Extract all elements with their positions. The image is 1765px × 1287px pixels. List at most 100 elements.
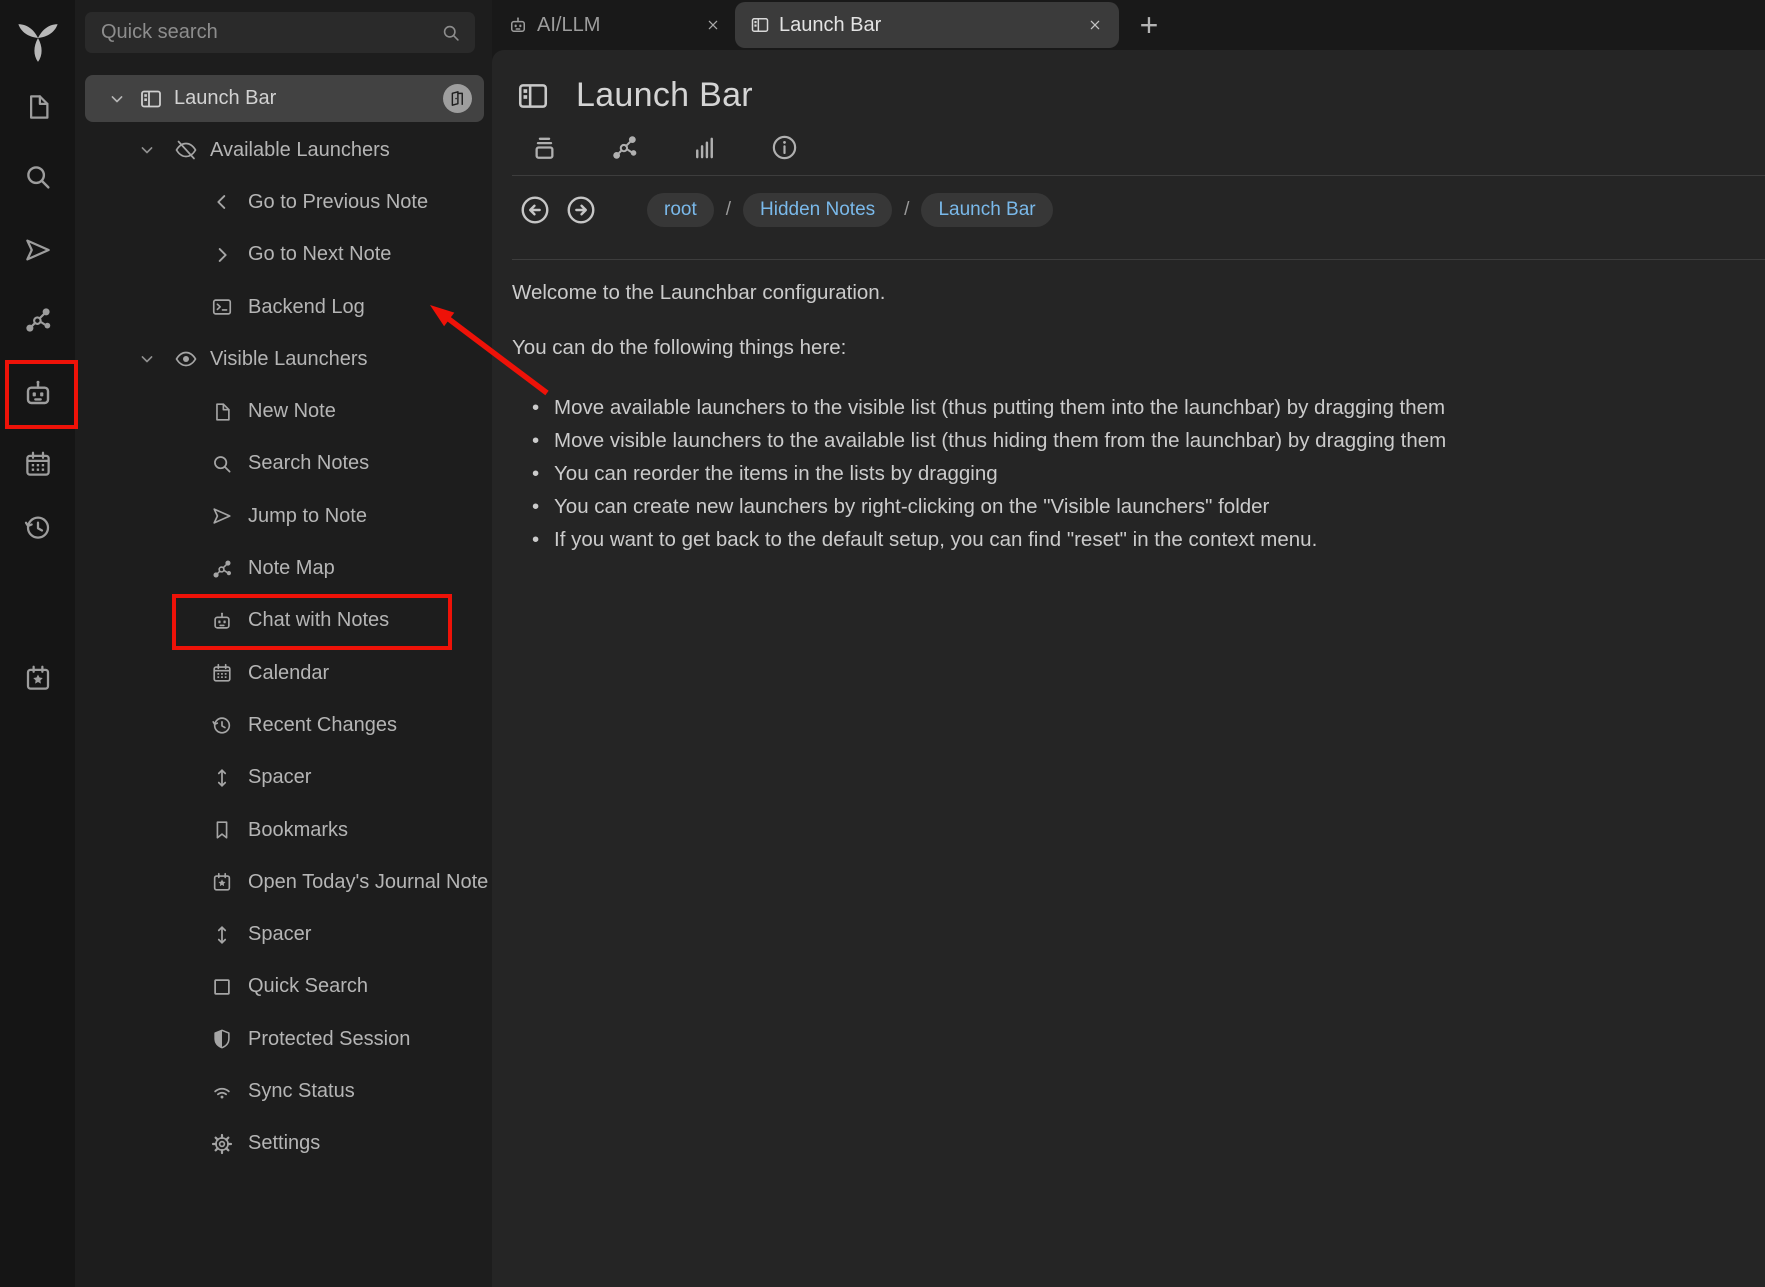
tree-item-search-notes[interactable]: Search Notes <box>75 438 492 490</box>
back-button[interactable] <box>519 194 551 226</box>
tree-item-go-to-next-note[interactable]: Go to Next Note <box>75 229 492 281</box>
chevron-right-icon <box>211 244 233 266</box>
forward-button[interactable] <box>565 194 597 226</box>
tree-item-jump-to-note[interactable]: Jump to Note <box>75 490 492 542</box>
list-item: Move available launchers to the visible … <box>516 391 1446 424</box>
tree-item-label: Spacer <box>248 766 311 789</box>
breadcrumb-separator: / <box>726 199 731 221</box>
open-todays-journal-icon[interactable] <box>23 663 53 693</box>
tree-item-note-map[interactable]: Note Map <box>75 542 492 594</box>
tree-item-spacer-1[interactable]: Spacer <box>75 752 492 804</box>
breadcrumb: root / Hidden Notes / Launch Bar <box>519 193 1053 227</box>
door-open-icon <box>448 89 467 108</box>
chevron-down-icon[interactable] <box>137 140 157 160</box>
tree-item-label: New Note <box>248 400 336 423</box>
intro-paragraph: Welcome to the Launchbar configuration. <box>512 281 885 305</box>
tree-item-protected-session[interactable]: Protected Session <box>75 1013 492 1065</box>
tree-item-sync-status[interactable]: Sync Status <box>75 1065 492 1117</box>
tree-item-label: Spacer <box>248 923 311 946</box>
note-title-row: Launch Bar <box>516 76 753 115</box>
note-map-icon[interactable] <box>23 305 53 335</box>
tree-item-label: Calendar <box>248 662 329 685</box>
tree-item-label: Available Launchers <box>210 139 390 162</box>
quick-search[interactable] <box>85 12 475 53</box>
eye-off-icon <box>174 138 198 162</box>
close-icon[interactable] <box>705 17 721 33</box>
close-icon[interactable] <box>1087 17 1103 33</box>
bot-icon <box>508 15 528 35</box>
recent-changes-icon[interactable] <box>23 512 53 542</box>
file-icon <box>211 401 233 423</box>
tree-item-go-to-previous-note[interactable]: Go to Previous Note <box>75 176 492 228</box>
tree-item-label: Jump to Note <box>248 505 367 528</box>
trilium-logo-icon <box>15 12 61 62</box>
tree-item-calendar[interactable]: Calendar <box>75 647 492 699</box>
note-map-icon[interactable] <box>610 133 639 162</box>
up-down-arrow-icon <box>211 767 233 789</box>
tab-bar: AI/LLM Launch Bar + <box>492 0 1765 50</box>
square-icon <box>211 976 233 998</box>
breadcrumb-item-hidden-notes[interactable]: Hidden Notes <box>743 193 892 227</box>
tab-launch-bar[interactable]: Launch Bar <box>735 2 1119 48</box>
main-area: AI/LLM Launch Bar + Launch Bar root <box>492 0 1765 1287</box>
subtitle-paragraph: You can do the following things here: <box>512 336 846 360</box>
tree-item-open-todays-journal[interactable]: Open Today's Journal Note <box>75 856 492 908</box>
bot-icon <box>211 610 233 632</box>
tree-item-available-launchers[interactable]: Available Launchers <box>75 124 492 176</box>
tree-item-quick-search[interactable]: Quick Search <box>75 961 492 1013</box>
tree-item-label: Go to Next Note <box>248 243 391 266</box>
note-toolbar <box>530 133 799 162</box>
tree-item-label: Settings <box>248 1132 320 1155</box>
tree-item-label: Go to Previous Note <box>248 191 428 214</box>
tree-item-launch-bar[interactable]: Launch Bar <box>85 75 484 122</box>
bookmark-icon <box>211 819 233 841</box>
tree-item-settings[interactable]: Settings <box>75 1118 492 1170</box>
tree-item-bookmarks[interactable]: Bookmarks <box>75 804 492 856</box>
tree-item-label: Open Today's Journal Note <box>248 871 488 894</box>
tree-item-label: Search Notes <box>248 452 369 475</box>
calendar-star-icon <box>211 871 233 893</box>
breadcrumb-item-launch-bar[interactable]: Launch Bar <box>921 193 1052 227</box>
calendar-icon[interactable] <box>23 449 53 479</box>
new-note-icon[interactable] <box>23 92 53 122</box>
new-tab-button[interactable]: + <box>1128 4 1170 46</box>
tree-item-recent-changes[interactable]: Recent Changes <box>75 699 492 751</box>
tree-item-visible-launchers[interactable]: Visible Launchers <box>75 333 492 385</box>
divider <box>512 259 1765 260</box>
bar-chart-icon[interactable] <box>690 133 719 162</box>
search-icon <box>441 23 461 43</box>
chat-with-notes-icon[interactable] <box>22 377 54 409</box>
gear-icon <box>211 1133 233 1155</box>
tree-item-label: Sync Status <box>248 1080 355 1103</box>
breadcrumb-item-root[interactable]: root <box>647 193 714 227</box>
history-icon <box>211 714 233 736</box>
tree-item-chat-with-notes[interactable]: Chat with Notes <box>75 595 492 647</box>
quick-search-input[interactable] <box>85 21 441 44</box>
chevron-down-icon[interactable] <box>107 89 127 109</box>
info-icon[interactable] <box>770 133 799 162</box>
tree-item-label: Recent Changes <box>248 714 397 737</box>
note-title[interactable]: Launch Bar <box>576 76 753 115</box>
tree-item-label: Chat with Notes <box>248 609 389 632</box>
chevron-down-icon[interactable] <box>137 349 157 369</box>
jump-to-note-icon[interactable] <box>23 235 53 265</box>
tree-item-label: Bookmarks <box>248 819 348 842</box>
tree-item-label: Protected Session <box>248 1028 410 1051</box>
note-detail: Launch Bar root / Hidden Notes / Launch … <box>492 50 1765 1287</box>
tree-item-label: Launch Bar <box>174 87 276 110</box>
tree-item-spacer-2[interactable]: Spacer <box>75 908 492 960</box>
up-down-arrow-icon <box>211 924 233 946</box>
tree-item-label: Visible Launchers <box>210 348 368 371</box>
search-icon[interactable] <box>23 162 53 192</box>
hoisted-note-button[interactable] <box>443 84 472 113</box>
launch-bar-icon <box>750 15 770 35</box>
launcher-tree: Available Launchers Go to Previous Note … <box>75 124 492 1170</box>
archive-icon[interactable] <box>530 133 559 162</box>
tab-ai-llm[interactable]: AI/LLM <box>492 0 735 50</box>
launch-bar-icon <box>139 87 163 111</box>
plus-icon: + <box>1140 7 1159 44</box>
tab-label: AI/LLM <box>537 14 600 37</box>
tree-item-backend-log[interactable]: Backend Log <box>75 281 492 333</box>
tree-item-new-note[interactable]: New Note <box>75 385 492 437</box>
chevron-left-icon <box>211 191 233 213</box>
